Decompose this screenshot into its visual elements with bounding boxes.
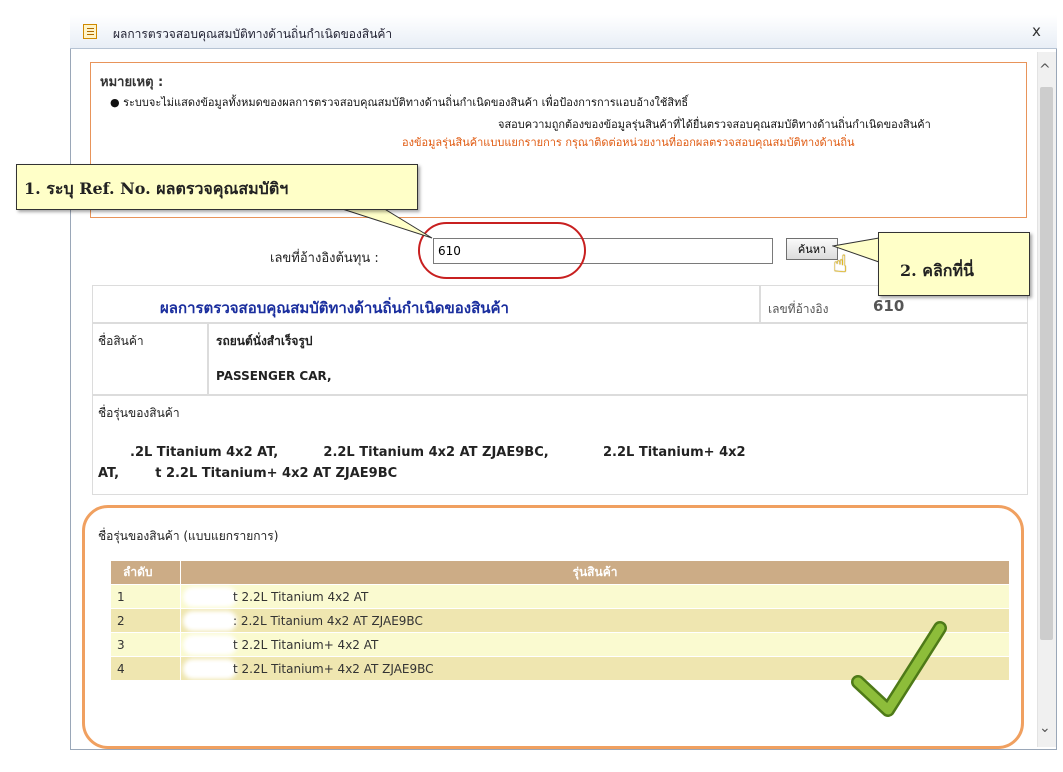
model-line-2: AT, t 2.2L Titanium+ 4x2 AT ZJAE9BC <box>98 466 398 481</box>
note-line-3: องข้อมูลรุ่นสินค้าแบบแยกรายการ กรุณาติดต… <box>402 136 855 149</box>
callout-1-pointer <box>329 204 433 239</box>
product-name-value-cell <box>208 323 1028 395</box>
document-icon <box>83 24 97 39</box>
product-name-label: ชื่อสินค้า <box>98 334 144 348</box>
scroll-up-icon[interactable]: ^ <box>1039 62 1051 78</box>
product-name-th: รถยนต์นั่งสำเร็จรูป <box>216 334 313 348</box>
note-bullet-1: ● ระบบจะไม่แสดงข้อมูลทั้งหมดของผลการตรวจ… <box>110 96 689 109</box>
result-title: ผลการตรวจสอบคุณสมบัติทางด้านถิ่นกำเนิดขอ… <box>160 299 509 317</box>
model-line-1: .2L Titanium 4x2 AT, 2.2L Titanium 4x2 A… <box>130 445 746 460</box>
callout-step-1-text: 1. ระบุ Ref. No. ผลตรวจคุณสมบัติฯ <box>24 179 289 198</box>
ref-value: 610 <box>873 297 905 315</box>
search-button[interactable]: ค้นหา <box>786 238 838 260</box>
model-label: ชื่อรุ่นของสินค้า <box>98 406 180 420</box>
input-highlight-circle <box>418 222 586 279</box>
callout-step-2-text: 2. คลิกที่นี่ <box>900 261 974 280</box>
dialog-title: ผลการตรวจสอบคุณสมบัติทางด้านถิ่นกำเนิดขอ… <box>113 27 393 41</box>
scroll-thumb[interactable] <box>1040 87 1053 640</box>
product-name-en: PASSENGER CAR, <box>216 369 332 383</box>
close-icon[interactable]: x <box>1032 22 1041 40</box>
note-line-2: จสอบความถูกต้องของข้อมูลรุ่นสินค้าที่ได้… <box>498 118 931 131</box>
note-title: หมายเหตุ : <box>100 75 164 90</box>
scroll-down-icon[interactable]: ⌄ <box>1039 720 1051 736</box>
checkmark-icon <box>851 621 947 717</box>
ref-label: เลขที่อ้างอิง <box>768 302 829 316</box>
search-label: เลขที่อ้างอิงต้นทุน : <box>270 251 379 266</box>
